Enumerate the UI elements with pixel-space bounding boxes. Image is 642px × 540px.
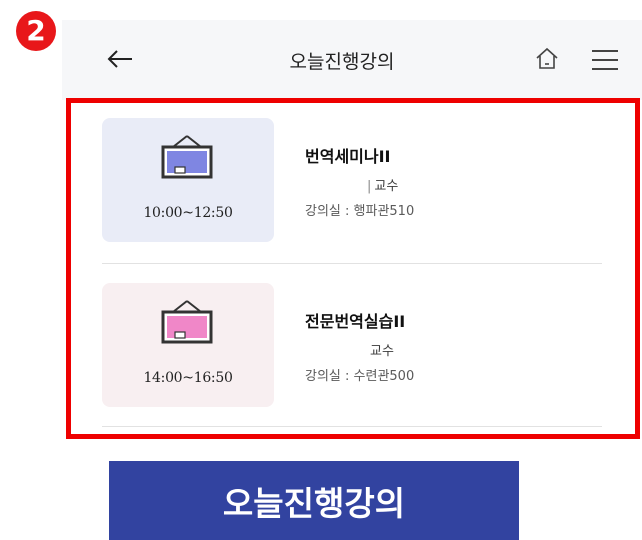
course-card[interactable]: 14:00~16:50 전문번역실습II 교수 강의실 : 수련관500 (62, 264, 642, 427)
professor-line: | 교수 (305, 175, 398, 194)
caption-banner: 오늘진행강의 (109, 461, 519, 540)
course-room: 강의실 : 행파관510 (305, 204, 415, 219)
classroom-board-icon (161, 135, 213, 179)
redacted-professor-name (305, 345, 367, 358)
professor-line: 교수 (305, 340, 394, 359)
app-header: 오늘진행강의 (62, 20, 642, 100)
course-list: 10:00~12:50 번역세미나II | 교수 강의실 : 행파관510 14:… (62, 100, 642, 465)
professor-separator: | (367, 179, 372, 194)
list-divider (102, 426, 602, 427)
course-time: 10:00~12:50 (143, 205, 233, 221)
professor-label: 교수 (374, 179, 399, 194)
professor-label: 교수 (370, 344, 394, 359)
course-title: 전문번역실습II (305, 312, 406, 331)
classroom-board-icon (161, 300, 213, 344)
redacted-professor-name (305, 180, 367, 193)
back-button[interactable] (106, 46, 134, 72)
course-card[interactable]: 10:00~12:50 번역세미나II | 교수 강의실 : 행파관510 (62, 100, 642, 263)
menu-button[interactable] (590, 49, 620, 71)
home-icon (536, 47, 558, 69)
step-number-badge: 2 (16, 11, 56, 51)
course-thumbnail: 10:00~12:50 (102, 118, 274, 242)
course-time: 14:00~16:50 (143, 370, 233, 386)
back-arrow-icon (107, 50, 132, 68)
app-screen: 오늘진행강의 10:00~12:50 번역세미나II | 교수 강의실: 행파… (62, 20, 642, 465)
course-room: 강의실 : 수련관500 (305, 369, 415, 384)
menu-icon (592, 50, 618, 70)
home-button[interactable] (535, 47, 559, 71)
course-thumbnail: 14:00~16:50 (102, 283, 274, 407)
page-title: 오늘진행강의 (289, 51, 395, 73)
course-title: 번역세미나II (305, 147, 391, 166)
